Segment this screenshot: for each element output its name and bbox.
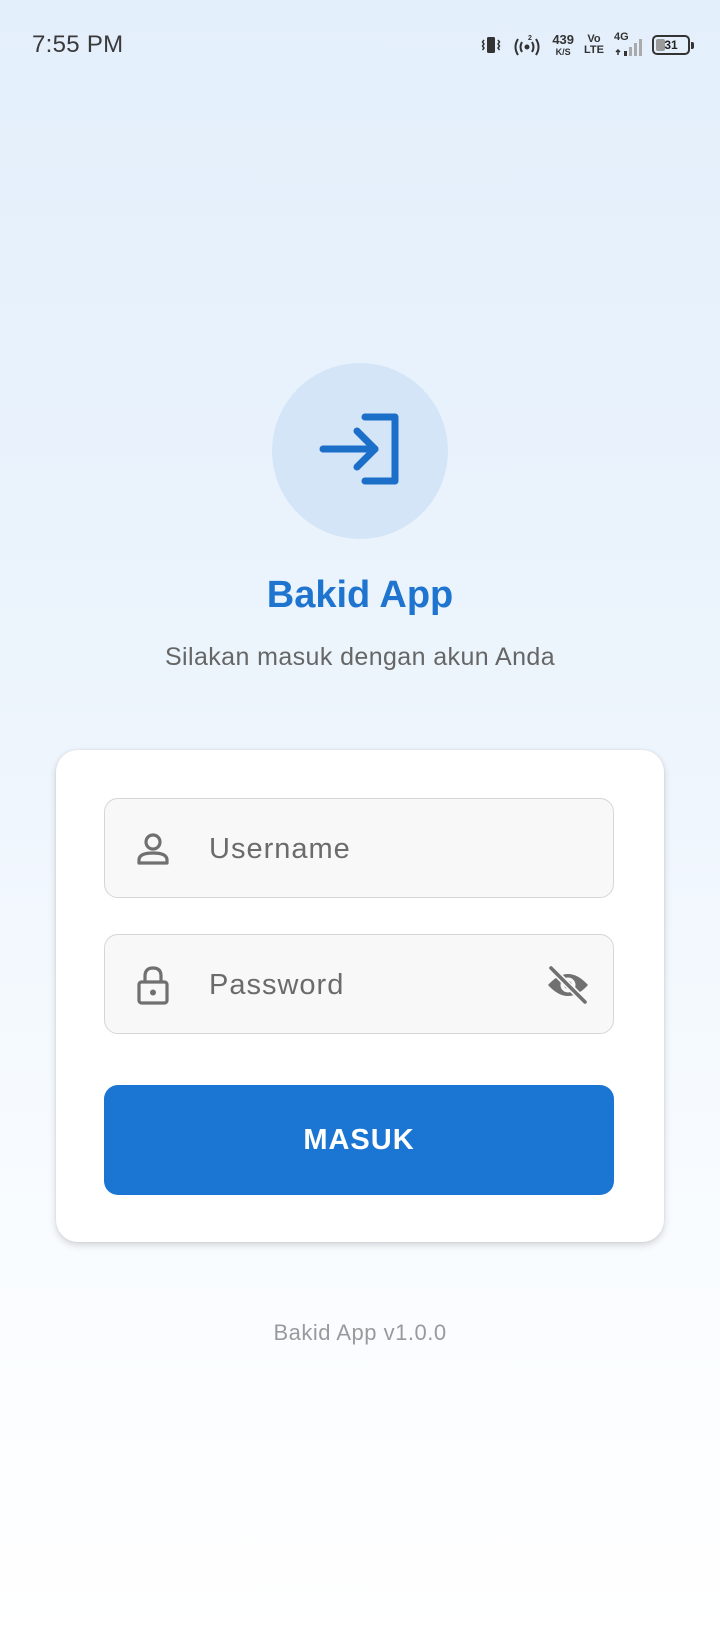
app-logo	[272, 363, 448, 539]
person-icon	[133, 829, 173, 869]
password-input[interactable]	[209, 955, 539, 1015]
vibrate-icon	[480, 34, 502, 56]
volte-indicator: Vo LTE	[584, 34, 604, 56]
app-subtitle: Silakan masuk dengan akun Anda	[164, 643, 556, 671]
battery-icon: 31	[652, 35, 694, 55]
password-field[interactable]	[104, 934, 614, 1034]
login-card: MASUK	[56, 750, 664, 1242]
volte-bottom: LTE	[584, 44, 604, 56]
signal-icon: 4G	[614, 31, 642, 57]
username-field[interactable]	[104, 798, 614, 898]
network-type: 4G	[614, 31, 629, 43]
svg-text:2: 2	[528, 35, 532, 42]
app-title: Bakid App	[266, 574, 454, 616]
app-version: Bakid App v1.0.0	[273, 1320, 447, 1345]
net-speed: 439 K/S	[552, 33, 574, 57]
lock-icon	[133, 965, 173, 1005]
eye-off-icon[interactable]	[545, 965, 591, 1005]
login-icon	[317, 411, 403, 492]
net-speed-value: 439	[552, 32, 575, 47]
status-bar: 7:55 PM 2 439 K/S Vo LTE 4G 31	[0, 0, 720, 92]
status-time: 7:55 PM	[32, 31, 124, 58]
hotspot-icon: 2	[512, 34, 542, 56]
net-speed-unit: K/S	[555, 47, 571, 57]
battery-percent: 31	[664, 38, 678, 52]
status-icons: 2 439 K/S Vo LTE 4G 31	[480, 30, 694, 60]
login-button[interactable]: MASUK	[104, 1085, 614, 1195]
username-input[interactable]	[209, 819, 539, 879]
